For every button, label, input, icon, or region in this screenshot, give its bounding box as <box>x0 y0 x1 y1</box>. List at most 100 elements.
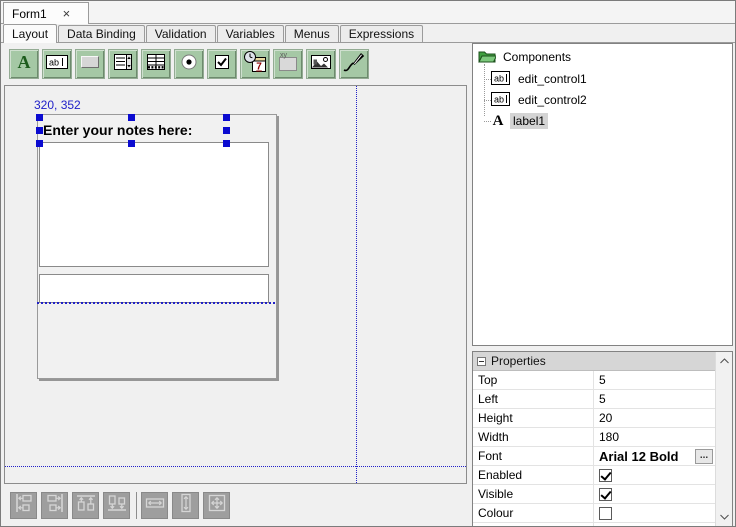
listbox-tool[interactable] <box>108 49 138 79</box>
align-top-button[interactable] <box>72 492 99 519</box>
selection-handle[interactable] <box>128 140 135 147</box>
scroll-down-icon[interactable] <box>716 508 732 525</box>
tree-connector <box>484 79 491 80</box>
collapse-icon[interactable] <box>477 357 486 366</box>
property-value[interactable]: 5 <box>594 371 715 389</box>
checkbox-checked[interactable] <box>599 488 612 501</box>
tab-form1[interactable]: Form1 × <box>3 2 89 24</box>
pen-tool[interactable] <box>339 49 369 79</box>
checkbox-icon <box>211 51 233 78</box>
datetime-tool[interactable]: 7 <box>240 49 270 79</box>
properties-title: Properties <box>491 354 546 368</box>
tree-item-label: edit_control2 <box>515 92 590 108</box>
datetime-icon: 7 <box>243 50 268 79</box>
tab-expressions[interactable]: Expressions <box>340 25 423 42</box>
tree-item-label: edit_control1 <box>515 71 590 87</box>
selection-handle[interactable] <box>223 114 230 121</box>
edit-control2[interactable] <box>39 274 269 303</box>
property-value[interactable]: [255,255,255] <box>594 523 715 527</box>
property-name: Height <box>473 409 594 427</box>
edit-control1[interactable] <box>39 142 269 267</box>
tab-variables[interactable]: Variables <box>217 25 284 42</box>
tree-item-edit-control2[interactable]: ab edit_control2 <box>491 91 590 109</box>
same-height-button[interactable] <box>172 492 199 519</box>
tab-layout[interactable]: Layout <box>3 24 57 43</box>
align-bottom-icon <box>105 491 129 520</box>
property-name: Font <box>473 447 594 465</box>
form-bottom-guide <box>37 302 275 304</box>
tree-item-label1[interactable]: Alabel1 <box>491 112 548 130</box>
selection-handle[interactable] <box>36 140 43 147</box>
tab-data-binding[interactable]: Data Binding <box>58 25 145 42</box>
page-width-guide <box>356 86 357 483</box>
property-value[interactable] <box>594 504 715 522</box>
align-bottom-button[interactable] <box>103 492 130 519</box>
checkbox-checked[interactable] <box>599 469 612 482</box>
tree-item-edit-control1[interactable]: ab edit_control1 <box>491 70 590 88</box>
property-name: Width <box>473 428 594 446</box>
grid-tool[interactable] <box>141 49 171 79</box>
selection-handle[interactable] <box>223 140 230 147</box>
alignment-toolbar <box>1 484 468 527</box>
edit-icon: ab <box>45 51 69 78</box>
same-width-icon <box>143 491 167 520</box>
button-icon <box>79 51 101 78</box>
same-size-button[interactable] <box>203 492 230 519</box>
properties-header[interactable]: Properties <box>473 352 715 371</box>
radio-tool[interactable] <box>174 49 204 79</box>
tree-connector <box>484 100 491 101</box>
image-tool[interactable] <box>306 49 336 79</box>
align-right-icon <box>43 491 67 520</box>
property-row-height: Height20 <box>473 409 715 428</box>
property-value[interactable]: 180 <box>594 428 715 446</box>
form-page[interactable]: Enter your notes here: <box>37 114 277 379</box>
image-icon <box>309 51 333 78</box>
component-palette: Aab 7xy <box>1 43 468 85</box>
property-row-visible: Visible <box>473 485 715 504</box>
property-value-text: 5 <box>599 373 606 387</box>
tree-connector <box>484 121 491 122</box>
folder-icon <box>478 49 496 66</box>
selection-handle[interactable] <box>223 127 230 134</box>
document-tabbar: Form1 × <box>1 1 735 24</box>
same-width-button[interactable] <box>141 492 168 519</box>
selection-handle[interactable] <box>36 114 43 121</box>
ellipsis-button[interactable]: ... <box>695 449 713 464</box>
button-tool[interactable] <box>75 49 105 79</box>
tree-connector <box>484 64 485 116</box>
components-tree[interactable]: Components abedit_control1abedit_control… <box>472 43 733 346</box>
frame-tool[interactable]: xy <box>273 49 303 79</box>
tab-menus[interactable]: Menus <box>285 25 339 42</box>
tree-edit-icon: ab <box>491 71 510 88</box>
label1-control[interactable]: Enter your notes here: <box>40 118 230 143</box>
property-value[interactable]: 20 <box>594 409 715 427</box>
align-left-button[interactable] <box>10 492 37 519</box>
close-icon[interactable]: × <box>63 8 71 20</box>
toolbar-separator <box>136 492 137 519</box>
property-row-width: Width180 <box>473 428 715 447</box>
svg-text:ab: ab <box>49 57 59 67</box>
components-root-node[interactable]: Components <box>478 49 571 65</box>
svg-text:A: A <box>18 52 31 72</box>
checkbox-unchecked[interactable] <box>599 507 612 520</box>
align-right-button[interactable] <box>41 492 68 519</box>
same-height-icon <box>174 491 198 520</box>
property-value[interactable] <box>594 466 715 484</box>
svg-text:ab: ab <box>494 73 504 83</box>
design-canvas[interactable]: 320, 352 Enter your notes here: <box>4 85 467 484</box>
tree-item-label: label1 <box>510 113 548 129</box>
scroll-up-icon[interactable] <box>716 352 732 369</box>
property-row-top: Top5 <box>473 371 715 390</box>
selection-handle[interactable] <box>36 127 43 134</box>
property-value[interactable]: 5 <box>594 390 715 408</box>
property-value[interactable] <box>594 485 715 503</box>
label-tool[interactable]: A <box>9 49 39 79</box>
checkbox-tool[interactable] <box>207 49 237 79</box>
selection-handle[interactable] <box>128 114 135 121</box>
properties-scrollbar[interactable] <box>715 352 732 526</box>
tab-validation[interactable]: Validation <box>146 25 216 42</box>
property-value[interactable]: Arial 12 Bold... <box>594 447 715 465</box>
edit-tool[interactable]: ab <box>42 49 72 79</box>
cursor-coordinates: 320, 352 <box>34 98 81 112</box>
svg-text:ab: ab <box>494 94 504 104</box>
